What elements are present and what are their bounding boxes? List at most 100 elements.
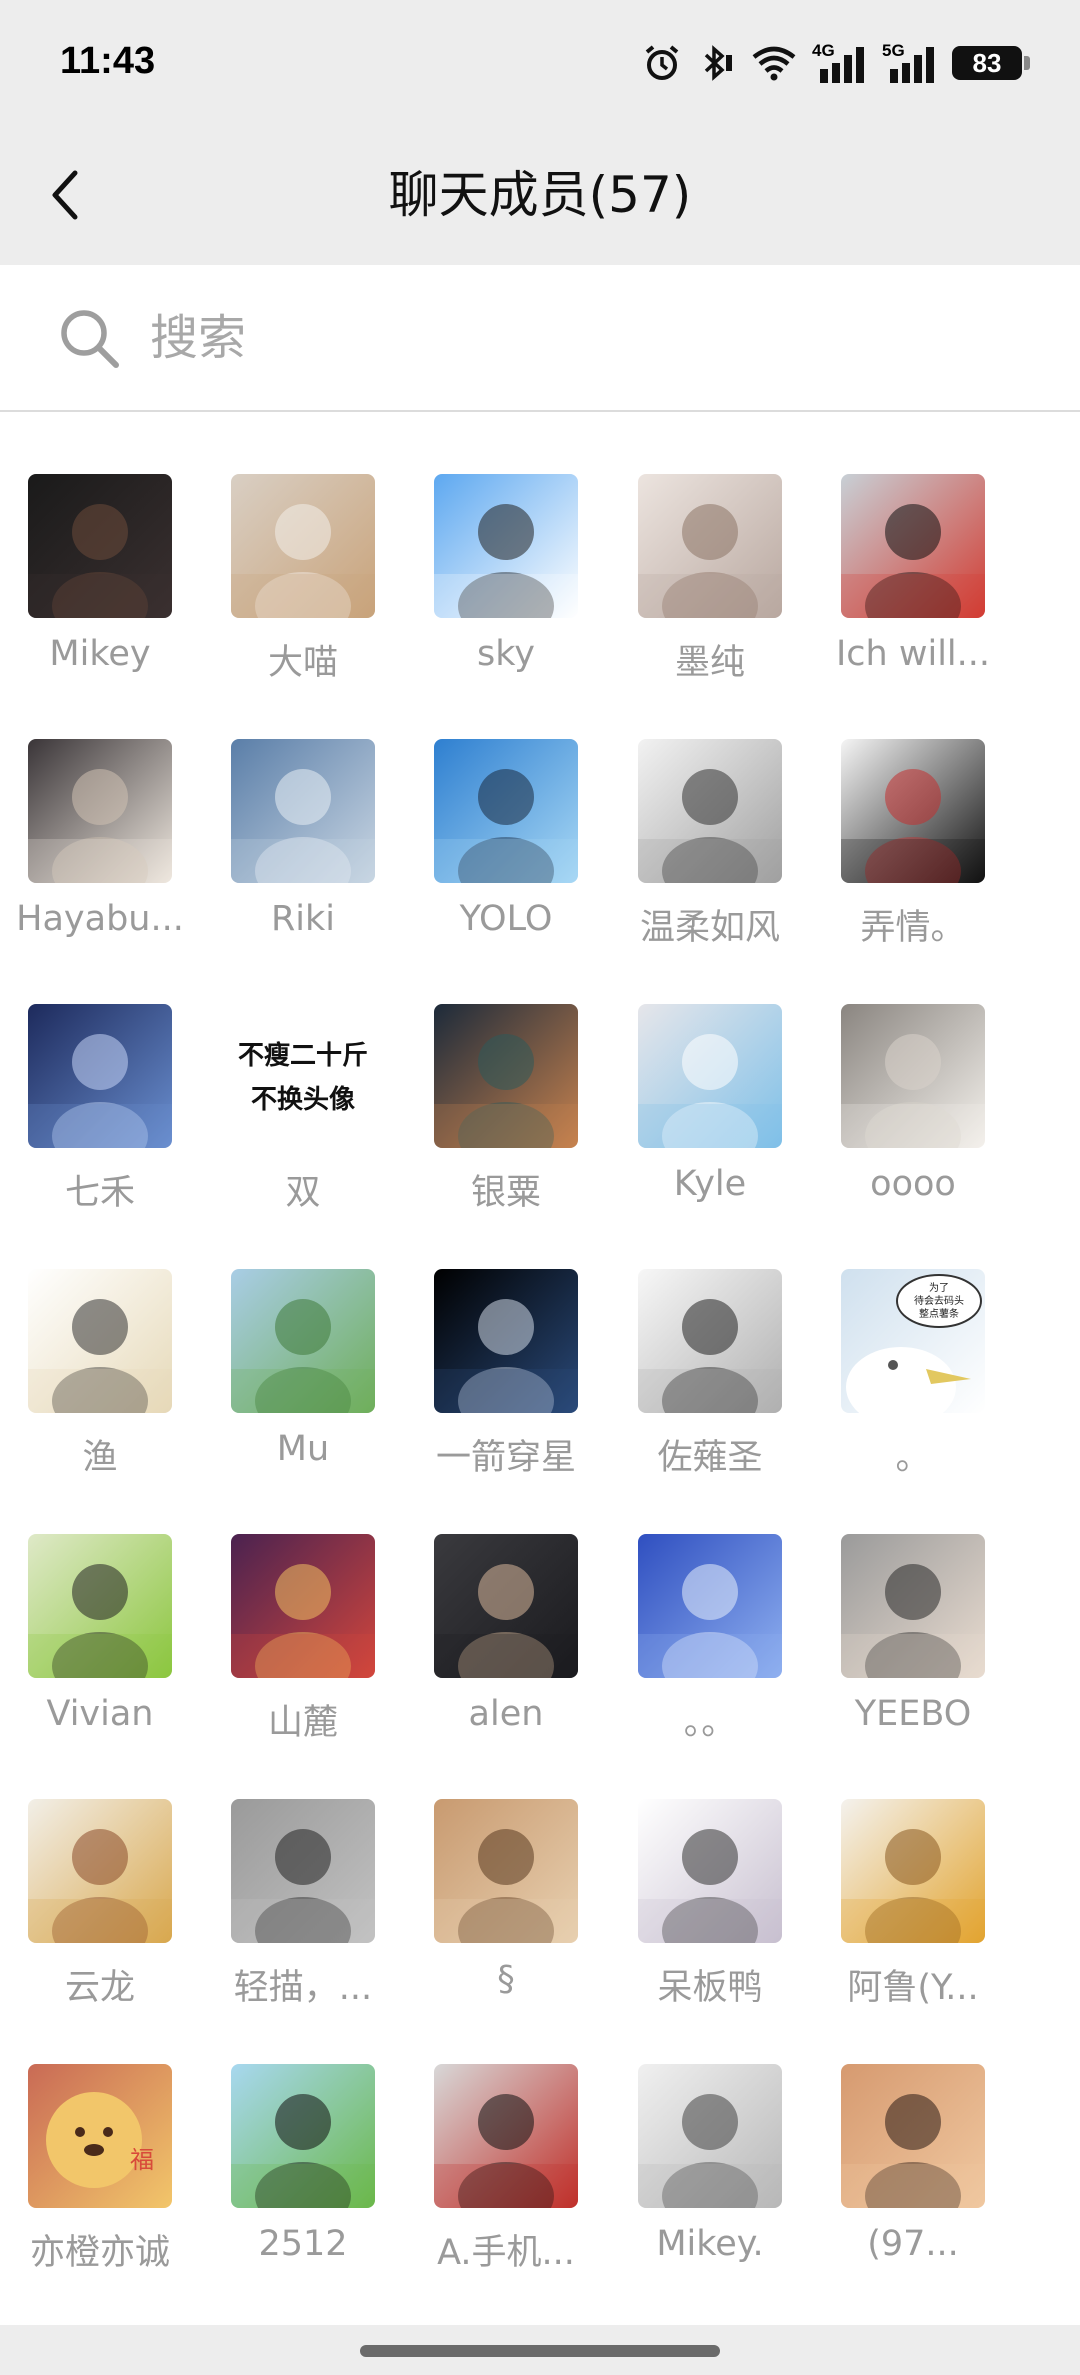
member-item[interactable]: 阿鲁(Y...: [811, 1799, 1011, 2039]
member-avatar[interactable]: [638, 1004, 782, 1148]
member-name: 亦橙亦诚: [29, 2233, 170, 2273]
member-item[interactable]: alen: [404, 1534, 604, 1774]
nav-bar: 聊天成员(57): [0, 130, 1080, 265]
member-item[interactable]: 七禾: [0, 1004, 198, 1244]
member-avatar[interactable]: [434, 739, 578, 883]
member-avatar[interactable]: [841, 2064, 985, 2208]
member-item[interactable]: §: [404, 1799, 604, 2039]
member-name: A.手机...: [437, 2233, 575, 2273]
member-avatar[interactable]: [28, 1269, 172, 1413]
member-name: Ich will...: [835, 634, 991, 674]
member-item[interactable]: (97...: [811, 2064, 1011, 2304]
member-item[interactable]: Mu: [201, 1269, 401, 1509]
member-avatar[interactable]: [231, 474, 375, 618]
member-name: alen: [468, 1694, 544, 1734]
bluetooth-icon: [696, 43, 736, 83]
battery-level: 83: [972, 47, 1002, 78]
member-name: 墨纯: [674, 643, 745, 683]
member-avatar[interactable]: 福: [28, 2064, 172, 2208]
member-avatar[interactable]: 为了 待会去码头 整点薯条: [841, 1269, 985, 1413]
member-name: (97...: [867, 2224, 959, 2264]
member-item[interactable]: 为了 待会去码头 整点薯条。: [811, 1269, 1011, 1509]
svg-text:待会去码头: 待会去码头: [914, 1294, 964, 1307]
member-avatar[interactable]: [434, 1269, 578, 1413]
member-name: 温柔如风: [639, 908, 780, 948]
member-item[interactable]: 呆板鸭: [608, 1799, 808, 2039]
member-avatar[interactable]: [638, 739, 782, 883]
member-name: Kyle: [673, 1164, 747, 1204]
member-avatar[interactable]: [231, 2064, 375, 2208]
member-avatar[interactable]: [28, 1534, 172, 1678]
member-item[interactable]: 不瘦二十斤 不换头像双: [201, 1004, 401, 1244]
home-indicator[interactable]: [360, 2345, 720, 2357]
member-avatar[interactable]: [28, 739, 172, 883]
member-avatar[interactable]: [28, 1004, 172, 1148]
member-item[interactable]: Kyle: [608, 1004, 808, 1244]
member-name: Vivian: [46, 1694, 154, 1734]
member-item[interactable]: 渔: [0, 1269, 198, 1509]
member-name: 2512: [258, 2224, 348, 2264]
member-name: YOLO: [459, 899, 553, 939]
member-item[interactable]: 2512: [201, 2064, 401, 2304]
member-avatar[interactable]: [434, 474, 578, 618]
member-avatar[interactable]: [434, 1534, 578, 1678]
member-item[interactable]: 弄情。: [811, 739, 1011, 979]
member-item[interactable]: YEEBO: [811, 1534, 1011, 1774]
member-item[interactable]: 银粟: [404, 1004, 604, 1244]
member-avatar[interactable]: [841, 1799, 985, 1943]
status-time: 11:43: [60, 40, 156, 82]
member-item[interactable]: YOLO: [404, 739, 604, 979]
search-input[interactable]: [148, 297, 1032, 379]
member-name: 云龙: [64, 1968, 135, 2008]
member-item[interactable]: Hayabu...: [0, 739, 198, 979]
member-name: 轻描，...: [233, 1968, 373, 2008]
member-avatar[interactable]: [28, 474, 172, 618]
member-item[interactable]: Mikey: [0, 474, 198, 714]
member-avatar[interactable]: [231, 739, 375, 883]
member-item[interactable]: 温柔如风: [608, 739, 808, 979]
member-avatar[interactable]: [638, 1799, 782, 1943]
member-item[interactable]: oooo: [811, 1004, 1011, 1244]
member-item[interactable]: A.手机...: [404, 2064, 604, 2304]
member-avatar[interactable]: [841, 1004, 985, 1148]
member-item[interactable]: 福亦橙亦诚: [0, 2064, 198, 2304]
member-avatar[interactable]: [434, 1004, 578, 1148]
member-name: Riki: [270, 899, 336, 939]
member-item[interactable]: 轻描，...: [201, 1799, 401, 2039]
member-item[interactable]: Vivian: [0, 1534, 198, 1774]
status-bar: 11:43 4G 5G 83: [0, 0, 1080, 130]
member-avatar[interactable]: [434, 2064, 578, 2208]
member-item[interactable]: 佐薙圣: [608, 1269, 808, 1509]
member-item[interactable]: Mikey.: [608, 2064, 808, 2304]
member-avatar[interactable]: [231, 1269, 375, 1413]
member-item[interactable]: Riki: [201, 739, 401, 979]
member-avatar[interactable]: [638, 474, 782, 618]
member-item[interactable]: 。。: [608, 1534, 808, 1774]
member-avatar[interactable]: [434, 1799, 578, 1943]
member-avatar[interactable]: [231, 1799, 375, 1943]
svg-text:不换头像: 不换头像: [251, 1085, 356, 1115]
member-avatar[interactable]: [638, 1269, 782, 1413]
member-item[interactable]: sky: [404, 474, 604, 714]
search-bar: [0, 265, 1080, 412]
member-name: 双: [285, 1173, 321, 1213]
member-name: 七禾: [64, 1173, 135, 1213]
member-avatar[interactable]: [841, 1534, 985, 1678]
member-avatar[interactable]: [841, 739, 985, 883]
member-item[interactable]: 一箭穿星: [404, 1269, 604, 1509]
member-item[interactable]: Ich will...: [811, 474, 1011, 714]
member-name: 阿鲁(Y...: [847, 1968, 979, 2008]
member-item[interactable]: 大喵: [201, 474, 401, 714]
member-name: 山麓: [267, 1703, 338, 1743]
member-item[interactable]: 墨纯: [608, 474, 808, 714]
svg-text:为了: 为了: [929, 1282, 949, 1294]
member-avatar[interactable]: [231, 1534, 375, 1678]
member-avatar[interactable]: [638, 2064, 782, 2208]
member-avatar[interactable]: [638, 1534, 782, 1678]
cellular-5g-icon: 5G: [882, 41, 938, 85]
member-avatar[interactable]: 不瘦二十斤 不换头像: [231, 1004, 375, 1148]
member-avatar[interactable]: [841, 474, 985, 618]
member-avatar[interactable]: [28, 1799, 172, 1943]
member-item[interactable]: 山麓: [201, 1534, 401, 1774]
member-item[interactable]: 云龙: [0, 1799, 198, 2039]
